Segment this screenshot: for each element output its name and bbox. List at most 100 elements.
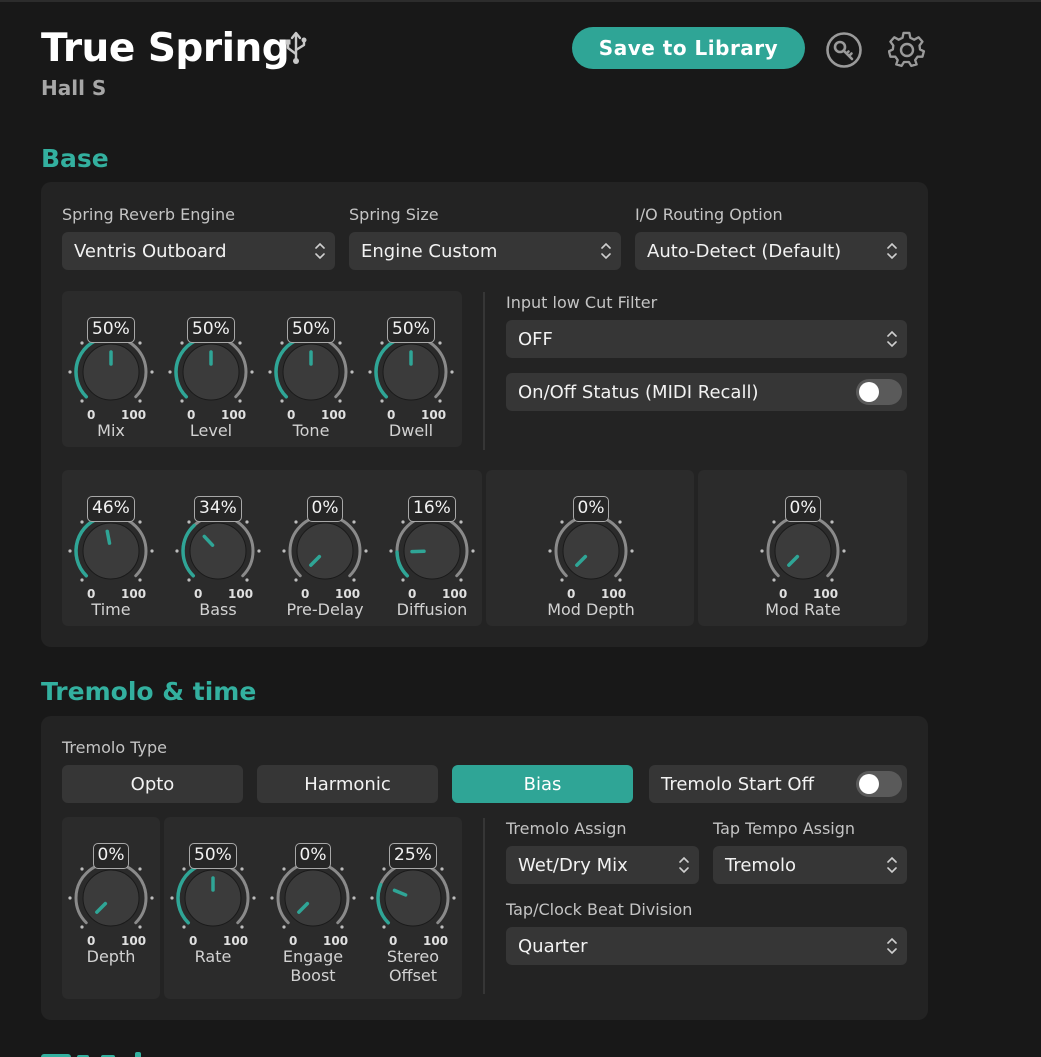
knob-tick [438, 399, 442, 403]
knob-engage-boost[interactable]: 0% 0 100 Engage Boost [263, 838, 363, 988]
knob-min-label: 0 [289, 934, 298, 948]
knob-max-label: 100 [421, 408, 447, 422]
midi-recall-toggle[interactable] [856, 379, 902, 405]
knob-value-label: 0% [294, 843, 332, 869]
knob-tick [138, 578, 142, 582]
knob-value-label: 0% [92, 843, 130, 869]
knob-name-label: Level [189, 421, 233, 440]
tremolo-start-off-label: Tremolo Start Off [661, 773, 814, 795]
save-to-library-button[interactable]: Save to Library [572, 27, 805, 69]
knob-tick [68, 370, 72, 374]
knob-value-label: 50% [387, 317, 435, 343]
knob-tick [352, 520, 356, 524]
lowcut-label: Input low Cut Filter [506, 293, 658, 312]
knob-tick [280, 399, 284, 403]
knob-name-label: Mod Rate [765, 600, 841, 619]
knob-tone[interactable]: 50% 0 100 Tone [261, 312, 361, 462]
knob-tick [364, 549, 368, 553]
engine-label: Spring Reverb Engine [62, 205, 235, 224]
knob-body [284, 869, 342, 927]
knob-mix[interactable]: 50% 0 100 Mix [61, 312, 161, 462]
knob-tick [438, 341, 442, 345]
knob-tick [187, 520, 191, 524]
knob-tick [80, 578, 84, 582]
knob-tick [245, 578, 249, 582]
knob-tick [138, 867, 142, 871]
knob-tick [350, 370, 354, 374]
knob-tick [68, 896, 72, 900]
lowcut-select[interactable]: OFF [506, 320, 907, 358]
knob-tick [138, 520, 142, 524]
knob-level[interactable]: 50% 0 100 Level [161, 312, 261, 462]
engine-value: Ventris Outboard [74, 240, 227, 262]
section-title-base: Base [41, 144, 109, 173]
knob-tick [294, 578, 298, 582]
knob-bass[interactable]: 34% 0 100 Bass [168, 491, 268, 641]
knob-tick [548, 549, 552, 553]
tap-tempo-assign-select[interactable]: Tremolo [713, 846, 907, 884]
key-icon[interactable] [825, 31, 863, 69]
knob-tick [168, 370, 172, 374]
knob-time[interactable]: 46% 0 100 Time [61, 491, 161, 641]
knob-diffusion[interactable]: 16% 0 100 Diffusion [382, 491, 482, 641]
midi-recall-label: On/Off Status (MIDI Recall) [518, 381, 759, 403]
knob-tick [238, 399, 242, 403]
gear-icon[interactable] [887, 31, 926, 69]
knob-value-label: 46% [87, 496, 135, 522]
knob-max-label: 100 [121, 587, 147, 601]
top-border [0, 0, 1041, 2]
knob-tick [180, 399, 184, 403]
tremolo-start-off-toggle[interactable] [856, 771, 902, 797]
tremolo-assign-value: Wet/Dry Mix [518, 854, 628, 876]
knob-body [384, 869, 442, 927]
routing-select[interactable]: Auto-Detect (Default) [635, 232, 907, 270]
knob-tick [382, 925, 386, 929]
knob-tick [842, 549, 846, 553]
select-caret-icon [887, 330, 897, 348]
size-value: Engine Custom [361, 240, 498, 262]
next-section-title-clipped [41, 1044, 159, 1057]
knob-tick [389, 549, 393, 553]
tremolo-type-bias[interactable]: Bias [452, 765, 633, 803]
knob-depth[interactable]: 0% 0 100 Depth [61, 838, 161, 988]
knob-tick [440, 867, 444, 871]
beat-division-value: Quarter [518, 935, 588, 957]
tremolo-assign-select[interactable]: Wet/Dry Mix [506, 846, 699, 884]
knob-tick [471, 549, 475, 553]
engine-select[interactable]: Ventris Outboard [62, 232, 335, 270]
tremolo-type-opto[interactable]: Opto [62, 765, 243, 803]
knob-tick [560, 578, 564, 582]
knob-name-label: Time [91, 600, 131, 619]
knob-tick [382, 867, 386, 871]
select-caret-icon [887, 242, 897, 260]
select-caret-icon [887, 937, 897, 955]
knob-rate[interactable]: 50% 0 100 Rate [163, 838, 263, 988]
select-caret-icon [601, 242, 611, 260]
knob-pre-delay[interactable]: 0% 0 100 Pre-Delay [275, 491, 375, 641]
midi-recall-row: On/Off Status (MIDI Recall) [506, 373, 907, 411]
knob-tick [175, 549, 179, 553]
knob-min-label: 0 [389, 934, 398, 948]
section-title-tremolo: Tremolo & time [41, 677, 257, 706]
knob-name-label: Depth [86, 947, 136, 966]
knob-max-label: 100 [813, 587, 839, 601]
knob-dwell[interactable]: 50% 0 100 Dwell [361, 312, 461, 462]
routing-label: I/O Routing Option [635, 205, 783, 224]
knob-stereo-offset[interactable]: 25% 0 100 Stereo Offset [363, 838, 463, 988]
knob-value-label: 16% [408, 496, 456, 522]
tremolo-type-harmonic[interactable]: Harmonic [257, 765, 438, 803]
divider [483, 818, 485, 994]
knob-tick [830, 520, 834, 524]
knob-tick [338, 399, 342, 403]
knob-mod-depth[interactable]: 0% 0 100 Mod Depth [541, 491, 641, 641]
size-select[interactable]: Engine Custom [349, 232, 621, 270]
knob-min-label: 0 [301, 587, 310, 601]
knob-mod-rate[interactable]: 0% 0 100 Mod Rate [753, 491, 853, 641]
knob-value-label: 0% [306, 496, 344, 522]
knob-tick [338, 341, 342, 345]
toggle-thumb [859, 774, 879, 794]
beat-division-select[interactable]: Quarter [506, 927, 907, 965]
knob-tick [138, 925, 142, 929]
knob-tick [618, 578, 622, 582]
knob-tick [268, 370, 272, 374]
